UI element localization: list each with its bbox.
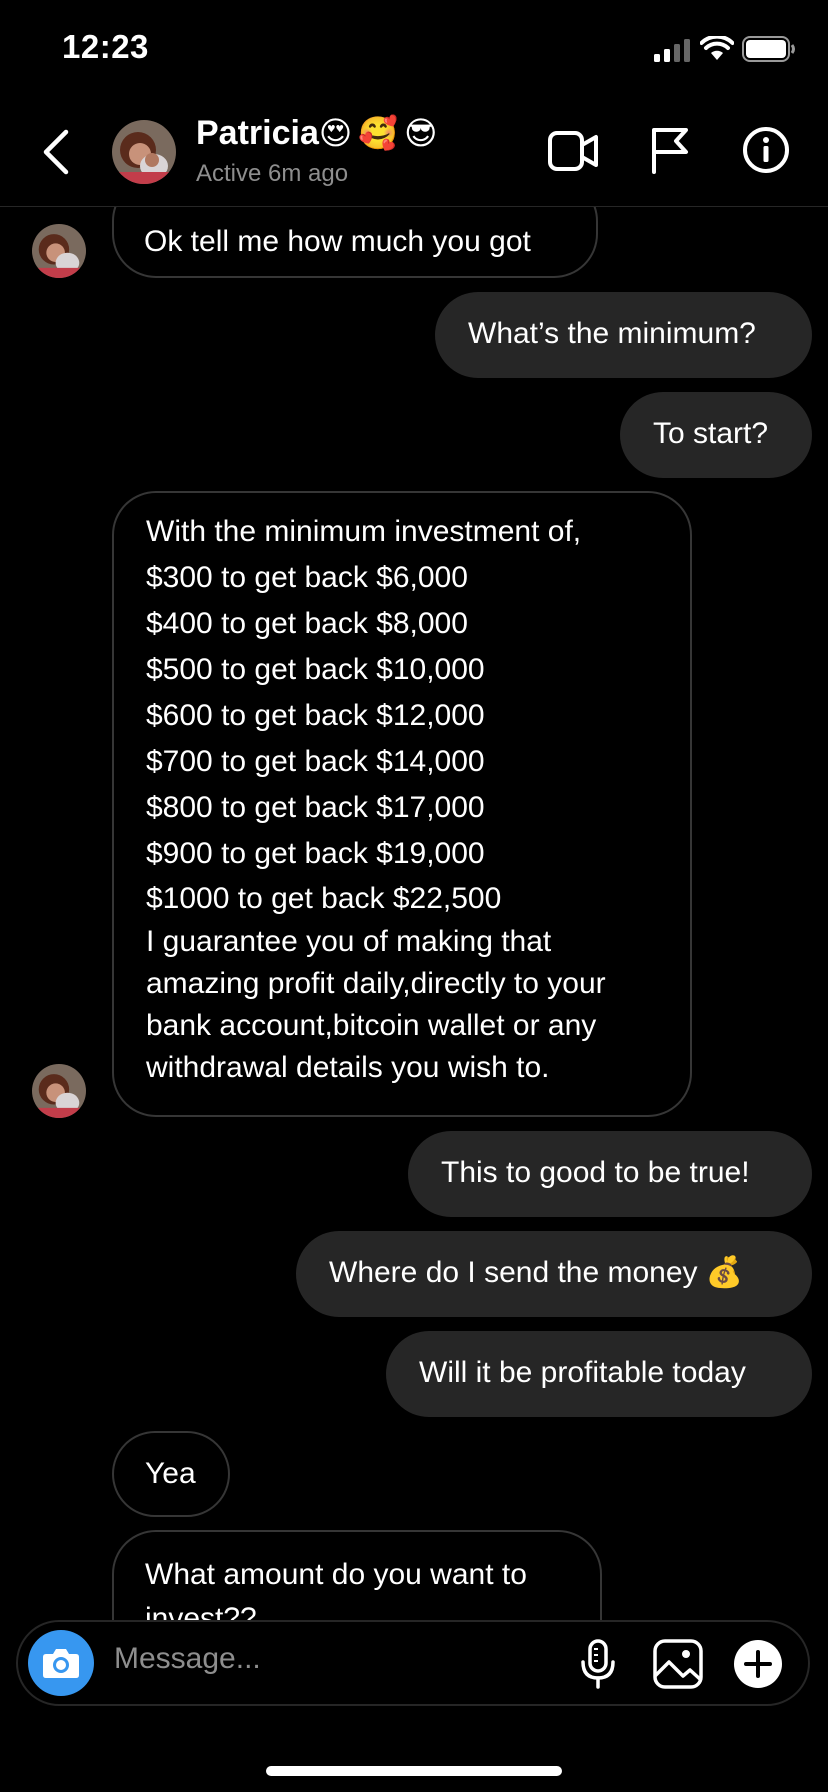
name-emoji: 😍 (318, 115, 353, 151)
video-call-icon[interactable] (548, 128, 600, 174)
signal-icon (652, 38, 696, 62)
contact-name: Patricia (196, 114, 319, 152)
camera-button[interactable] (28, 1630, 94, 1696)
sender-avatar (32, 224, 86, 278)
message-text: $400 to get back $8,000 (146, 607, 468, 640)
message-text: What amount do you want to (145, 1558, 527, 1591)
contact-name-row[interactable]: Patricia😍 🥰 😎 (196, 114, 437, 158)
message-text: bank account,bitcoin wallet or any (146, 1009, 597, 1042)
message-text: $800 to get back $17,000 (146, 791, 485, 824)
message-text: To start? (653, 417, 769, 450)
message-bubble-outgoing[interactable]: This to good to be true! (408, 1131, 812, 1217)
info-icon[interactable] (742, 126, 790, 174)
home-indicator[interactable] (266, 1766, 562, 1776)
message-bubble-incoming[interactable]: Ok tell me how much you got (112, 207, 598, 278)
status-time: 12:23 (62, 28, 149, 65)
message-bubble-incoming[interactable]: With the minimum investment of, $300 to … (112, 491, 692, 1117)
message-bubble-outgoing[interactable]: Where do I send the money 💰 (296, 1231, 812, 1317)
message-text: invest?? (145, 1602, 257, 1620)
message-text: Ok tell me how much you got (144, 225, 531, 258)
name-emoji: 😎 (404, 115, 438, 151)
message-text: What’s the minimum? (468, 317, 756, 350)
message-input[interactable]: Message... (114, 1642, 261, 1676)
message-text: $500 to get back $10,000 (146, 653, 485, 686)
message-text: Will it be profitable today (419, 1356, 746, 1389)
sender-avatar (32, 1064, 86, 1118)
flag-icon[interactable] (648, 124, 692, 176)
microphone-icon[interactable] (578, 1638, 618, 1690)
name-emoji: 🥰 (358, 115, 399, 151)
camera-icon (43, 1649, 79, 1678)
message-bubble-outgoing[interactable]: What’s the minimum? (435, 292, 812, 378)
message-text: Yea (145, 1457, 196, 1490)
message-bubble-outgoing[interactable]: To start? (620, 392, 812, 478)
message-text: $1000 to get back $22,500 (146, 882, 502, 915)
avatar[interactable] (112, 120, 176, 184)
wifi-icon (699, 34, 735, 62)
message-text: amazing profit daily,directly to your (146, 967, 606, 1000)
battery-icon (742, 36, 796, 62)
message-text: I guarantee you of making that (146, 925, 552, 958)
message-text: Where do I send the money 💰 (329, 1256, 744, 1289)
message-text: This to good to be true! (441, 1156, 750, 1189)
message-thread[interactable]: Ok tell me how much you got What’s the m… (0, 207, 828, 1620)
active-status: Active 6m ago (196, 160, 349, 187)
plus-icon[interactable] (732, 1638, 784, 1690)
message-text: $300 to get back $6,000 (146, 561, 468, 594)
back-icon[interactable] (38, 126, 74, 178)
message-text: $600 to get back $12,000 (146, 699, 485, 732)
message-composer: Message... (16, 1620, 810, 1706)
gallery-icon[interactable] (652, 1638, 704, 1690)
message-text: $900 to get back $19,000 (146, 837, 485, 870)
message-text: With the minimum investment of, (146, 515, 582, 548)
message-bubble-incoming[interactable]: What amount do you want to invest?? (112, 1530, 602, 1620)
message-bubble-incoming[interactable]: Yea (112, 1431, 230, 1517)
message-bubble-outgoing[interactable]: Will it be profitable today (386, 1331, 812, 1417)
chat-header: Patricia😍 🥰 😎 Active 6m ago (0, 100, 828, 207)
message-text: withdrawal details you wish to. (146, 1051, 550, 1084)
message-text: $700 to get back $14,000 (146, 745, 485, 778)
